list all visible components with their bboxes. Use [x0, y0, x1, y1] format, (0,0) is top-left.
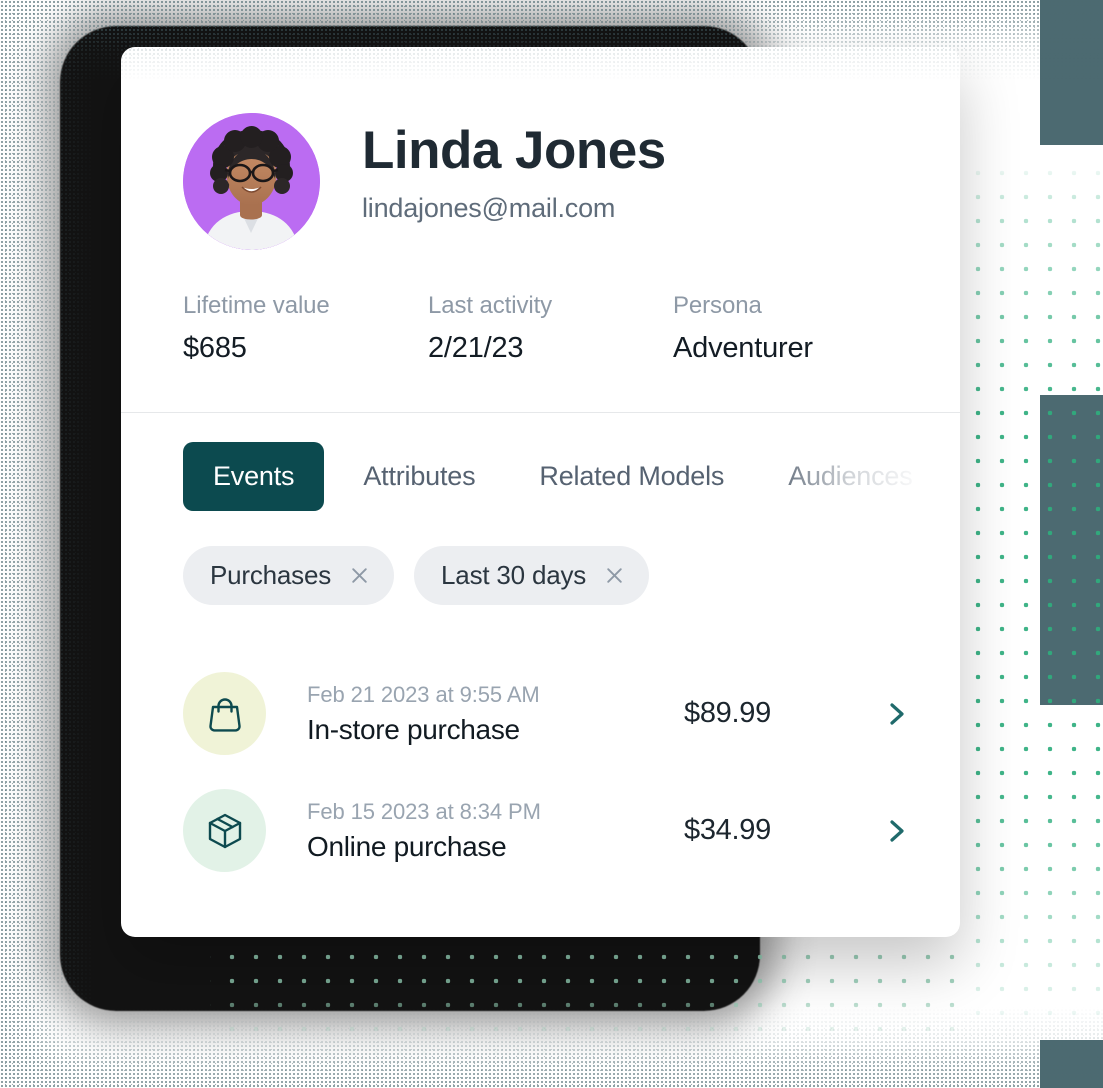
- teal-block-top-right: [1040, 0, 1103, 145]
- close-icon[interactable]: [604, 565, 625, 586]
- stat-persona: Persona Adventurer: [673, 292, 813, 365]
- tab-attributes[interactable]: Attributes: [331, 461, 507, 492]
- list-item[interactable]: Feb 15 2023 at 8:34 PM Online purchase $…: [121, 772, 960, 889]
- filter-chip-label: Last 30 days: [441, 560, 587, 590]
- profile-header: Linda Jones lindajones@mail.com: [121, 47, 960, 250]
- stats-row: Lifetime value $685 Last activity 2/21/2…: [121, 250, 960, 365]
- event-title: Online purchase: [307, 830, 507, 862]
- event-title: In-store purchase: [307, 713, 520, 745]
- event-text-block: Feb 15 2023 at 8:34 PM Online purchase: [307, 799, 684, 863]
- filter-chip-purchases[interactable]: Purchases: [183, 546, 395, 605]
- filter-chip-last-30-days[interactable]: Last 30 days: [414, 546, 650, 605]
- stat-value: 2/21/23: [428, 332, 524, 364]
- close-icon[interactable]: [349, 565, 370, 586]
- filter-chip-list: Purchases Last 30 days: [121, 511, 960, 605]
- teal-block-bottom-right: [1040, 1040, 1103, 1088]
- stat-last-activity: Last activity 2/21/23: [428, 292, 673, 365]
- shopping-bag-icon: [183, 672, 266, 755]
- stat-label: Lifetime value: [183, 292, 330, 319]
- filter-chip-label: Purchases: [210, 560, 332, 590]
- identity-block: Linda Jones lindajones@mail.com: [362, 113, 666, 224]
- tab-bar: Events Attributes Related Models Audienc…: [121, 413, 960, 511]
- package-box-icon: [183, 789, 266, 872]
- stat-label: Last activity: [428, 292, 553, 319]
- event-amount: $34.99: [684, 814, 771, 846]
- stat-lifetime-value: Lifetime value $685: [183, 292, 428, 365]
- event-list: Feb 21 2023 at 9:55 AM In-store purchase…: [121, 605, 960, 889]
- event-amount: $89.99: [684, 697, 771, 729]
- user-email: lindajones@mail.com: [362, 192, 616, 223]
- page-title: Linda Jones: [362, 121, 666, 180]
- chevron-right-icon[interactable]: [882, 816, 912, 846]
- customer-profile-card: Linda Jones lindajones@mail.com Lifetime…: [121, 47, 960, 937]
- event-timestamp: Feb 21 2023 at 9:55 AM: [307, 681, 540, 707]
- stat-label: Persona: [673, 292, 762, 319]
- chevron-right-icon[interactable]: [882, 699, 912, 729]
- dot-grid-right: [960, 155, 1103, 1035]
- tab-events[interactable]: Events: [183, 442, 325, 511]
- stat-value: Adventurer: [673, 332, 813, 364]
- tab-audiences[interactable]: Audiences: [756, 461, 944, 492]
- list-item[interactable]: Feb 21 2023 at 9:55 AM In-store purchase…: [121, 655, 960, 772]
- event-text-block: Feb 21 2023 at 9:55 AM In-store purchase: [307, 682, 684, 746]
- stat-value: $685: [183, 332, 247, 364]
- event-timestamp: Feb 15 2023 at 8:34 PM: [307, 798, 541, 824]
- user-portrait-avatar-icon: [183, 113, 320, 250]
- tab-related-models[interactable]: Related Models: [507, 461, 756, 492]
- avatar: [183, 113, 320, 250]
- dot-grid-bottom: [210, 935, 970, 1060]
